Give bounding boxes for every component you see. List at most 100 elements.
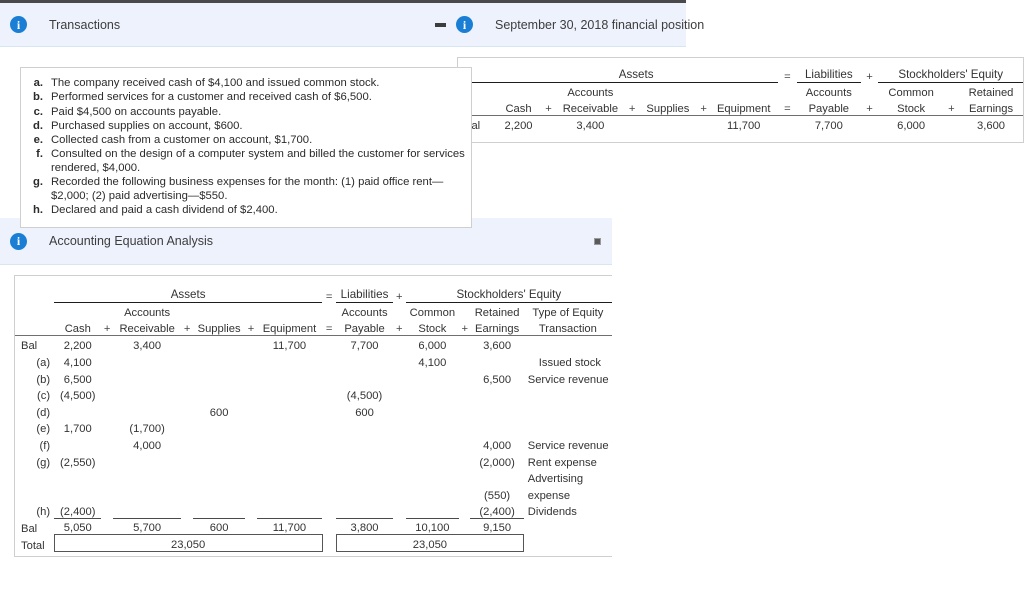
table-row: Advertising: [15, 469, 612, 486]
list-item-text: Collected cash from a customer on accoun…: [51, 134, 313, 147]
cell-stock: [406, 369, 460, 386]
cell-payable: [336, 352, 393, 369]
minimize-accounting-equation-button[interactable]: [590, 234, 604, 248]
cell-cash: (2,400): [54, 501, 102, 519]
row-label: (g): [36, 456, 51, 469]
cell-type: [524, 336, 612, 353]
group-label-assets: Assets: [54, 286, 323, 304]
table-row: Bal 2,200 3,400 11,700 7,700 6,000 3,600: [458, 116, 1023, 133]
cell-receivable: [113, 485, 182, 502]
cell-receivable: [113, 386, 182, 403]
col-header-receivable: Receivable: [554, 99, 627, 117]
col-header-payable: Payable: [796, 99, 861, 117]
cell-equipment: [257, 452, 322, 469]
cell-equipment: [257, 386, 322, 403]
cell-type: Rent expense: [527, 456, 597, 469]
table-row: (c) (4,500) (4,500): [15, 386, 612, 403]
cell-receivable: [113, 452, 182, 469]
cell-type: expense: [527, 489, 571, 502]
row-label: (h): [36, 506, 51, 519]
cell-stock: 4,100: [418, 356, 447, 369]
operator-equals: =: [777, 99, 797, 117]
cell-equipment: 11,700: [727, 120, 761, 133]
list-item: h. Declared and paid a cash dividend of …: [21, 204, 465, 218]
list-item: c. Paid $4,500 on accounts payable.: [21, 105, 465, 119]
cell-cash: [54, 435, 101, 452]
operator-equals: =: [784, 70, 791, 83]
screen-root: i Transactions a. The company received c…: [0, 0, 1024, 598]
list-item: d. Purchased supplies on account, $600.: [21, 120, 465, 134]
col-header-cash-l1: [54, 303, 101, 320]
row-label: [15, 469, 54, 486]
cell-earnings: (2,400): [470, 501, 524, 519]
row-label: Bal: [21, 340, 38, 353]
cell-stock: [405, 501, 460, 519]
cell-earnings: [470, 469, 523, 486]
cell-stock: [406, 452, 460, 469]
group-label-equity: Stockholders' Equity: [405, 286, 612, 304]
financial-position-table: Assets = Liabilities + Stockholders' Equ…: [458, 66, 1023, 132]
cell-cash: 2,200: [63, 340, 92, 353]
col-header-receivable: Receivable: [112, 319, 182, 337]
cell-supplies: [193, 419, 246, 436]
cell-cash: 5,050: [63, 522, 92, 535]
col-header-type: Transaction: [523, 319, 612, 337]
list-item: e. Collected cash from a customer on acc…: [21, 134, 465, 148]
cell-type: [524, 402, 612, 419]
list-item: g. Recorded the following business expen…: [21, 176, 465, 204]
operator-plus: +: [860, 99, 879, 117]
cell-stock: 6,000: [897, 120, 926, 133]
cell-cash: 1,700: [63, 423, 92, 436]
cell-payable: [336, 435, 393, 452]
cell-type: Dividends: [527, 506, 577, 519]
cell-receivable: [112, 501, 182, 519]
cell-equipment: [257, 369, 322, 386]
group-label-liabilities: Liabilities: [336, 286, 393, 304]
cell-payable: 7,700: [814, 120, 843, 133]
accounting-equation-panel-title: Accounting Equation Analysis: [49, 234, 213, 248]
row-label: (e): [36, 423, 51, 436]
cell-earnings: 3,600: [483, 340, 512, 353]
cell-cash: (4,500): [60, 390, 96, 403]
cell-earnings: [470, 419, 523, 436]
cell-supplies: [193, 452, 246, 469]
group-label-liabilities: Liabilities: [796, 66, 861, 84]
cell-type: Issued stock: [538, 356, 601, 369]
col-header-receivable-l1: Accounts: [567, 87, 614, 100]
cell-earnings: [470, 386, 523, 403]
col-header-payable-l1: Accounts: [341, 307, 388, 320]
financial-position-table-box: Assets = Liabilities + Stockholders' Equ…: [457, 57, 1024, 144]
operator-plus: +: [542, 99, 555, 117]
cell-stock: [406, 485, 460, 502]
total-liabilities-equity: 23,050: [335, 534, 525, 552]
cell-stock: [406, 419, 460, 436]
cell-earnings: 3,600: [977, 120, 1006, 133]
cell-type: [524, 386, 612, 403]
financial-position-panel-header: i September 30, 2018 financial position: [446, 0, 704, 47]
col-header-equipment: Equipment: [709, 99, 778, 117]
transactions-list-box: a. The company received cash of $4,100 a…: [20, 67, 472, 228]
financial-position-panel: i September 30, 2018 financial position …: [446, 0, 1024, 152]
row-label: (c): [37, 390, 51, 403]
cell-payable: 7,700: [350, 340, 379, 353]
cell-earnings: 4,000: [483, 439, 512, 452]
cell-receivable: [113, 469, 182, 486]
table-row: (d) 600 600: [15, 402, 612, 419]
cell-payable: [336, 419, 393, 436]
col-header-stock: Stock: [878, 99, 944, 117]
cell-supplies: 600: [209, 522, 229, 535]
cell-cash: 6,500: [63, 373, 92, 386]
total-label: Total: [21, 539, 45, 552]
list-item-text: Recorded the following business expenses…: [51, 176, 444, 202]
row-label: Bal: [21, 522, 38, 535]
table-row: (550) expense: [15, 485, 612, 502]
row-label: (f): [39, 439, 51, 452]
col-header-equipment-l1: [257, 303, 322, 320]
operator-plus: +: [396, 290, 403, 303]
cell-type: [524, 518, 612, 535]
col-header-equipment-l1: [710, 83, 778, 100]
cell-cash: [54, 469, 101, 486]
list-item-letter: e.: [33, 134, 43, 147]
table-row: (e) 1,700 (1,700): [15, 419, 612, 436]
cell-payable: 600: [355, 406, 374, 419]
